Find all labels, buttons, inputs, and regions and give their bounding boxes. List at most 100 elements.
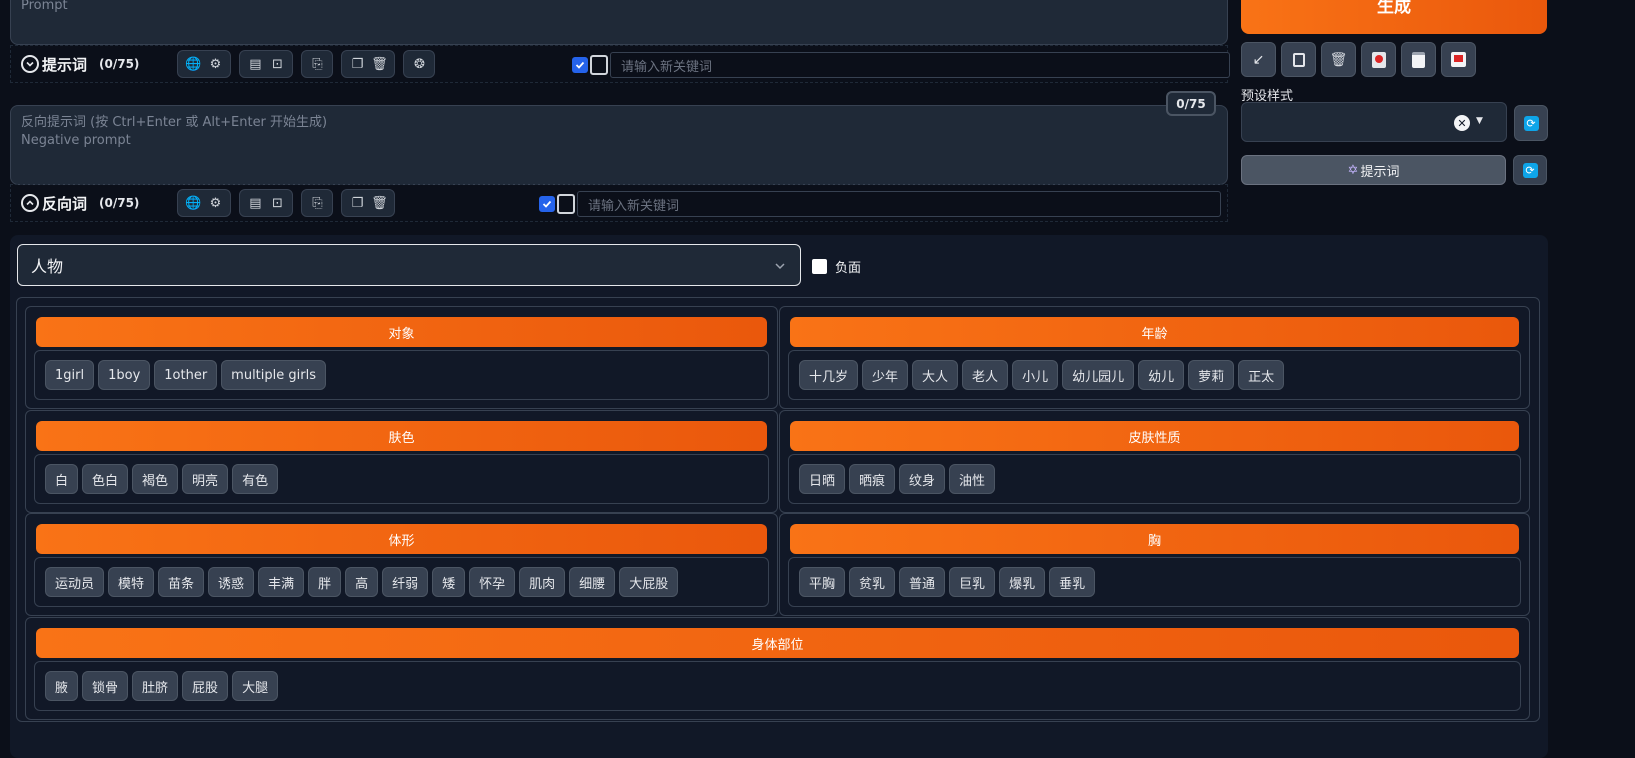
tag-button[interactable]: 丰满: [258, 567, 305, 597]
tag-button[interactable]: 1boy: [98, 360, 151, 390]
refresh-styles-button[interactable]: ⟳: [1514, 105, 1548, 141]
tag-button[interactable]: 褐色: [132, 464, 179, 494]
negative-checkbox-label: 负面: [835, 261, 862, 276]
tag-button[interactable]: 正太: [1238, 360, 1285, 390]
tag-button[interactable]: 油性: [949, 464, 996, 494]
tag-button[interactable]: 平胸: [799, 567, 846, 597]
clear-icon[interactable]: ✕: [1454, 115, 1470, 131]
gear-icon[interactable]: ⚙: [204, 53, 226, 75]
globe-icon[interactable]: 🌐: [182, 53, 204, 75]
openai-icon[interactable]: ❂: [408, 53, 430, 75]
negative-collapse-toggle[interactable]: 反向词: [21, 193, 87, 214]
tag-button[interactable]: 腋: [45, 671, 79, 701]
tag-button[interactable]: 苗条: [158, 567, 205, 597]
tag-button[interactable]: 大腿: [232, 671, 279, 701]
tag-button[interactable]: 有色: [232, 464, 279, 494]
prompt-collapse-toggle[interactable]: 提示词: [21, 54, 87, 75]
section-header[interactable]: 年龄: [790, 317, 1519, 347]
tag-button[interactable]: 明亮: [182, 464, 229, 494]
tag-button[interactable]: 肌肉: [519, 567, 566, 597]
tag-button[interactable]: 纤弱: [382, 567, 429, 597]
refresh-prompt-button[interactable]: ⟳: [1513, 155, 1547, 185]
tag-button[interactable]: 肚脐: [132, 671, 179, 701]
tag-button[interactable]: 矮: [432, 567, 466, 597]
prompt-button[interactable]: ✡ 提示词: [1241, 155, 1506, 185]
history-icon[interactable]: ▤: [244, 192, 266, 214]
tag-button[interactable]: 幼儿: [1138, 360, 1185, 390]
tag-button[interactable]: 大屁股: [619, 567, 679, 597]
style-card-button[interactable]: [1361, 42, 1396, 77]
tag-button[interactable]: 贫乳: [849, 567, 896, 597]
tag-button[interactable]: 模特: [108, 567, 155, 597]
tag-button[interactable]: 巨乳: [949, 567, 996, 597]
tag-button[interactable]: 幼儿园儿: [1062, 360, 1135, 390]
tag-button[interactable]: 日晒: [799, 464, 846, 494]
refresh-icon: ⟳: [1523, 115, 1539, 131]
copy-icon[interactable]: ❐: [346, 53, 368, 75]
section-header[interactable]: 对象: [36, 317, 767, 347]
section-header[interactable]: 体形: [36, 524, 767, 554]
tag-button[interactable]: multiple girls: [221, 360, 326, 390]
tag-button[interactable]: 1other: [154, 360, 218, 390]
tag-list: 日晒 晒痕 纹身 油性: [788, 454, 1521, 504]
category-select[interactable]: 人物: [17, 244, 801, 286]
tag-button[interactable]: 纹身: [899, 464, 946, 494]
prompt-textarea[interactable]: Prompt: [10, 0, 1228, 45]
generate-button[interactable]: 生成: [1241, 0, 1547, 34]
trash-icon[interactable]: 🗑: [368, 53, 390, 75]
styles-dropdown[interactable]: ✕ ▼: [1241, 102, 1507, 142]
tag-section: 对象 1girl 1boy 1other multiple girls: [25, 306, 778, 409]
prompt-toolbar: 提示词 (0/75) 🌐 ⚙ ▤ ⊡ ⎘ ❐ 🗑 ❂ 请输入新关键词: [10, 45, 1230, 83]
tag-button[interactable]: 细腰: [569, 567, 616, 597]
tag-button[interactable]: 十几岁: [799, 360, 859, 390]
tag-list: 白色白 褐色 明亮 有色: [34, 454, 769, 504]
negative-checkbox[interactable]: [812, 259, 827, 274]
tag-button[interactable]: 垂乳: [1049, 567, 1096, 597]
copy-icon[interactable]: ❐: [346, 192, 368, 214]
tag-button[interactable]: 色白: [82, 464, 129, 494]
negative-checkbox-group[interactable]: 负面: [812, 257, 861, 276]
tag-button[interactable]: 1girl: [45, 360, 95, 390]
prompt-keyword-checkbox[interactable]: [572, 57, 588, 73]
bookmark-icon[interactable]: ⊡: [266, 192, 288, 214]
tag-button[interactable]: 胖: [308, 567, 342, 597]
tag-button[interactable]: 白: [45, 464, 79, 494]
save-button[interactable]: [1441, 42, 1476, 77]
negative-tool-group-1: 🌐 ⚙: [177, 189, 232, 217]
tag-button[interactable]: 高: [345, 567, 379, 597]
history-icon[interactable]: ▤: [244, 53, 266, 75]
clipboard-button[interactable]: [1401, 42, 1436, 77]
negative-keyword-input[interactable]: 请输入新关键词: [577, 191, 1221, 217]
tag-button[interactable]: 晒痕: [849, 464, 896, 494]
tag-button[interactable]: 运动员: [45, 567, 105, 597]
translate-icon[interactable]: ⎘: [306, 53, 328, 75]
tag-button[interactable]: 锁骨: [82, 671, 129, 701]
section-header[interactable]: 胸: [790, 524, 1519, 554]
tag-button[interactable]: 怀孕: [469, 567, 516, 597]
tag-button[interactable]: 诱惑: [208, 567, 255, 597]
section-header[interactable]: 身体部位: [36, 628, 1519, 658]
tag-button[interactable]: 老人: [962, 360, 1009, 390]
prompt-keyword-input[interactable]: 请输入新关键词: [610, 52, 1230, 78]
square-icon-button[interactable]: [1281, 42, 1316, 77]
tag-button[interactable]: 爆乳: [999, 567, 1046, 597]
negative-keyword-checkbox[interactable]: [539, 196, 555, 212]
tag-button[interactable]: 屁股: [182, 671, 229, 701]
section-header[interactable]: 肤色: [36, 421, 767, 451]
tag-button[interactable]: 小儿: [1012, 360, 1059, 390]
section-header[interactable]: 皮肤性质: [790, 421, 1519, 451]
translate-icon[interactable]: ⎘: [306, 192, 328, 214]
tag-button[interactable]: 大人: [912, 360, 959, 390]
tag-button[interactable]: 萝莉: [1188, 360, 1235, 390]
globe-icon[interactable]: 🌐: [182, 192, 204, 214]
trash-icon[interactable]: 🗑: [368, 192, 390, 214]
tag-button[interactable]: 少年: [862, 360, 909, 390]
gear-icon[interactable]: ⚙: [204, 192, 226, 214]
trash-button[interactable]: 🗑: [1321, 42, 1356, 77]
negative-prompt-textarea[interactable]: 反向提示词 (按 Ctrl+Enter 或 Alt+Enter 开始生成) Ne…: [10, 105, 1228, 185]
arrow-icon-button[interactable]: ↙: [1241, 42, 1276, 77]
tag-list: 运动员 模特 苗条 诱惑 丰满胖高纤弱矮怀孕 肌肉 细腰 大屁股: [34, 557, 769, 607]
tag-button[interactable]: 普通: [899, 567, 946, 597]
bookmark-icon[interactable]: ⊡: [266, 53, 288, 75]
tag-section: 胸平胸 贫乳 普通 巨乳 爆乳 垂乳: [779, 513, 1530, 616]
